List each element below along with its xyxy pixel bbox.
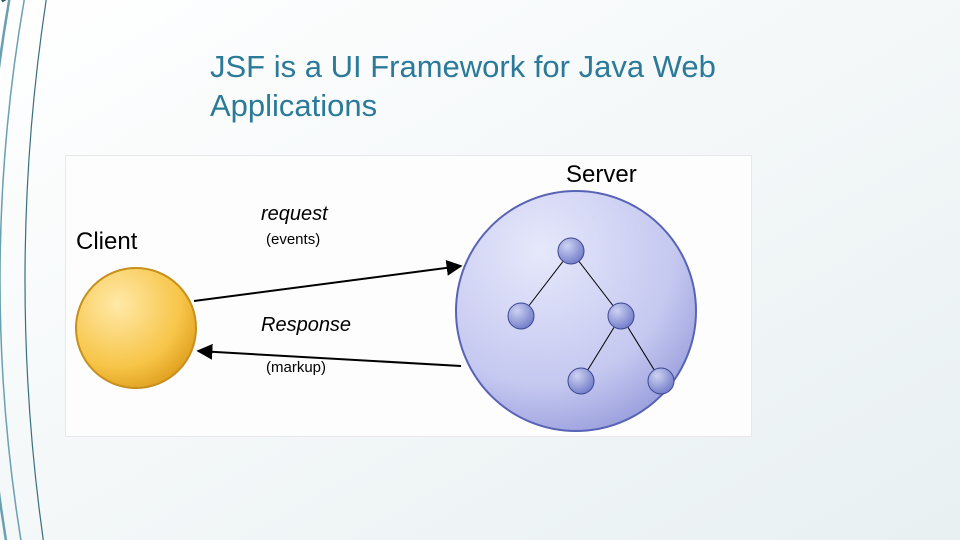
client-circle-icon [76, 268, 196, 388]
diagram-svg [66, 156, 751, 436]
architecture-diagram: Client Server request (events) Response … [65, 155, 752, 437]
request-arrow-icon [194, 266, 461, 301]
server-circle-icon [456, 191, 696, 431]
response-arrow-icon [198, 351, 461, 366]
page-title: JSF is a UI Framework for Java Web Appli… [210, 48, 770, 126]
